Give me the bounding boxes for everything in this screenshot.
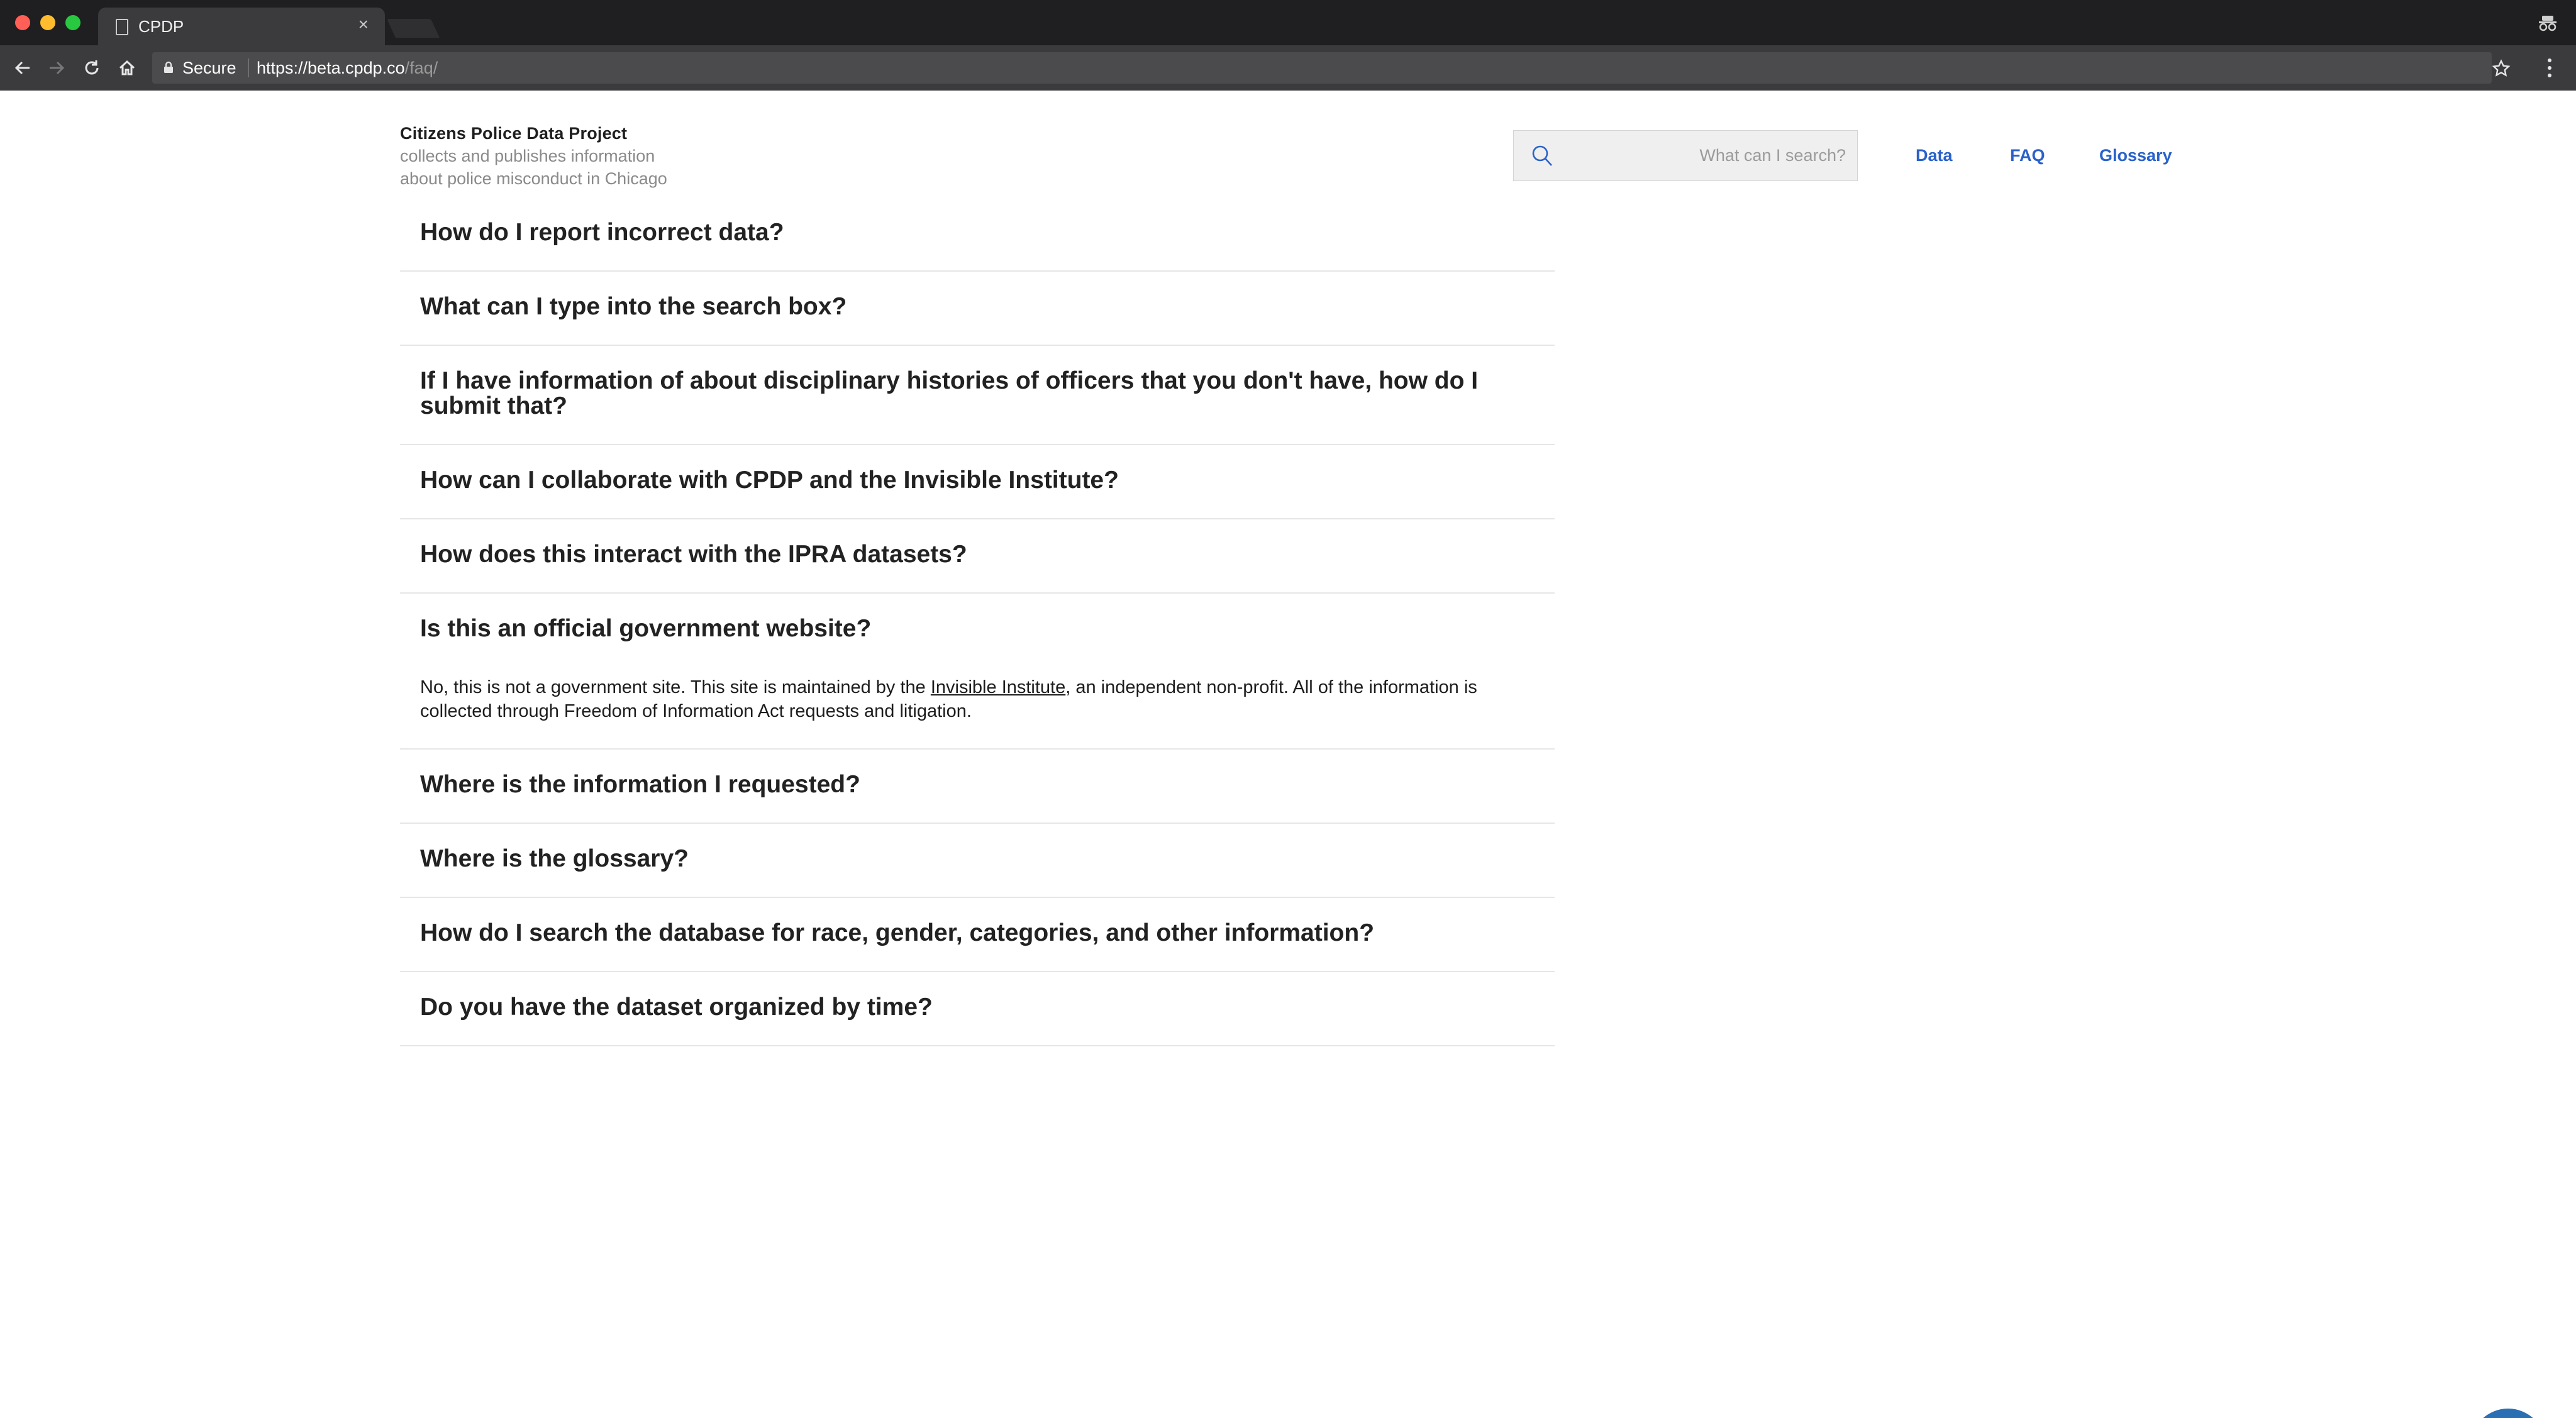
close-window-button[interactable] <box>15 15 30 30</box>
url-host: https://beta.cpdp.co <box>257 58 405 77</box>
lock-icon <box>164 61 173 73</box>
faq-item[interactable]: How can I collaborate with CPDP and the … <box>400 445 1555 519</box>
reload-button[interactable] <box>78 54 106 82</box>
secure-label: Secure <box>182 58 236 77</box>
url-text: https://beta.cpdp.co/faq/ <box>257 58 438 78</box>
faq-answer-text: No, this is not a government site. This … <box>420 677 931 697</box>
faq-item[interactable]: Where is the information I requested? <box>400 750 1555 824</box>
nav-link-glossary[interactable]: Glossary <box>2099 146 2172 165</box>
faq-question[interactable]: How do I search the database for race, g… <box>420 921 1535 946</box>
faq-question[interactable]: Do you have the dataset organized by tim… <box>420 995 1535 1020</box>
site-brand[interactable]: Citizens Police Data Project collects an… <box>400 122 727 190</box>
faq-question[interactable]: If I have information of about disciplin… <box>420 368 1535 419</box>
faq-question[interactable]: What can I type into the search box? <box>420 294 1535 319</box>
url-path: /faq/ <box>404 58 438 77</box>
nav-link-faq[interactable]: FAQ <box>2010 146 2045 165</box>
home-icon <box>119 60 135 75</box>
faq-item[interactable]: How does this interact with the IPRA dat… <box>400 519 1555 594</box>
faq-item[interactable]: How do I search the database for race, g… <box>400 898 1555 972</box>
browser-menu-icon[interactable] <box>2547 58 2552 78</box>
faq-question[interactable]: How can I collaborate with CPDP and the … <box>420 468 1535 493</box>
browser-tab[interactable]: CPDP × <box>98 8 385 45</box>
forward-arrow-icon <box>50 61 65 75</box>
forward-button[interactable] <box>43 54 70 82</box>
faq-question[interactable]: Where is the information I requested? <box>420 772 1535 797</box>
faq-answer: No, this is not a government site. This … <box>420 675 1535 723</box>
incognito-icon <box>2539 16 2557 31</box>
search-icon <box>1532 145 1552 166</box>
address-separator <box>248 58 249 77</box>
back-arrow-icon <box>14 61 30 75</box>
search-input[interactable] <box>1564 131 1846 180</box>
nav-link-data[interactable]: Data <box>1916 146 1953 165</box>
search-box[interactable] <box>1513 130 1858 181</box>
faq-question[interactable]: How does this interact with the IPRA dat… <box>420 542 1535 567</box>
back-button[interactable] <box>9 54 36 82</box>
bookmark-star-icon[interactable] <box>2492 59 2511 78</box>
faq-item-expanded[interactable]: Is this an official government website? … <box>400 594 1555 750</box>
browser-tab-bar: CPDP × <box>0 0 2576 45</box>
faq-item[interactable]: Where is the glossary? <box>400 824 1555 898</box>
brand-title: Citizens Police Data Project <box>400 124 628 143</box>
browser-toolbar: Secure https://beta.cpdp.co/faq/ <box>0 45 2576 91</box>
brand-description-line-2: about police misconduct in Chicago <box>400 169 667 188</box>
maximize-window-button[interactable] <box>65 15 80 30</box>
reload-icon <box>85 60 99 75</box>
close-tab-icon[interactable]: × <box>358 16 369 33</box>
brand-description-line-1: collects and publishes information <box>400 147 655 165</box>
new-tab-button[interactable] <box>387 19 440 38</box>
address-bar[interactable]: Secure https://beta.cpdp.co/faq/ <box>152 52 2492 84</box>
home-button[interactable] <box>113 54 141 82</box>
faq-item[interactable]: How do I report incorrect data? <box>400 197 1555 272</box>
faq-item[interactable]: Do you have the dataset organized by tim… <box>400 972 1555 1046</box>
faq-list: How do I report incorrect data? What can… <box>400 197 1555 1046</box>
page-content: Citizens Police Data Project collects an… <box>0 91 2576 1418</box>
tab-title: CPDP <box>138 17 184 36</box>
invisible-institute-link[interactable]: Invisible Institute <box>931 677 1065 697</box>
faq-item[interactable]: If I have information of about disciplin… <box>400 346 1555 445</box>
faq-question[interactable]: Where is the glossary? <box>420 846 1535 872</box>
faq-question[interactable]: Is this an official government website? <box>420 616 1535 641</box>
minimize-window-button[interactable] <box>40 15 55 30</box>
document-icon <box>116 19 128 35</box>
faq-item[interactable]: What can I type into the search box? <box>400 272 1555 346</box>
chat-button[interactable] <box>2470 1409 2546 1418</box>
faq-question[interactable]: How do I report incorrect data? <box>420 220 1535 245</box>
